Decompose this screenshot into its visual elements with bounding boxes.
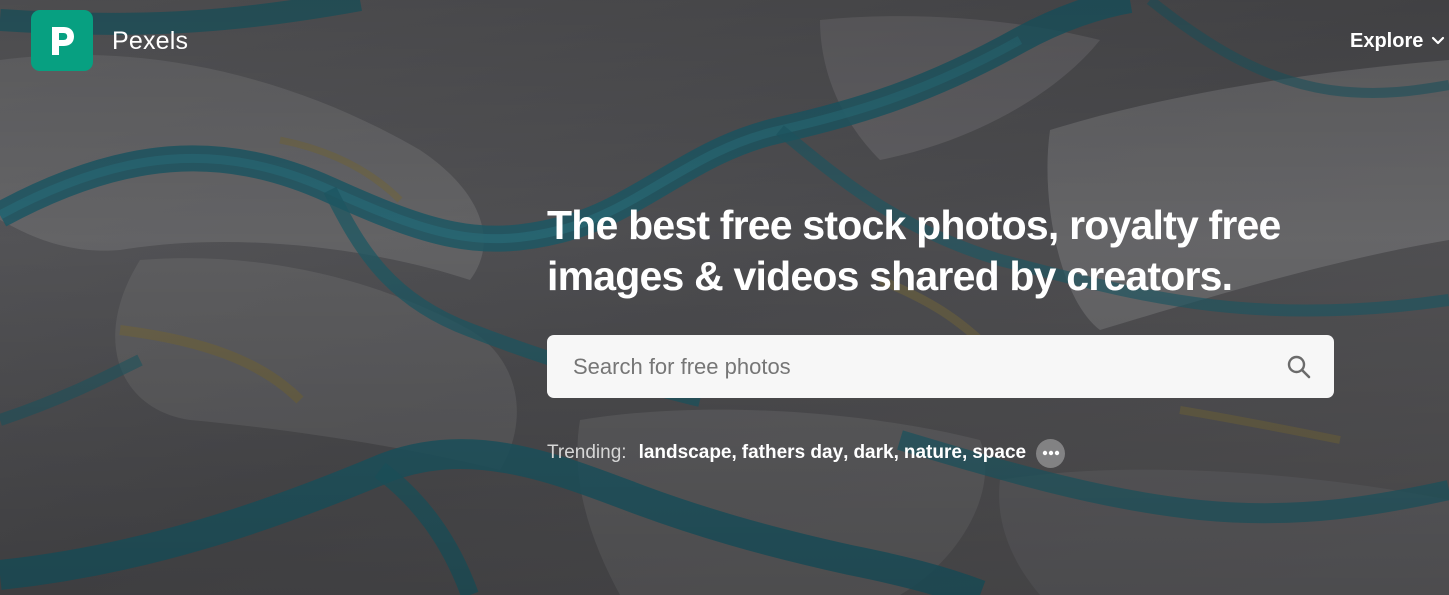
trending-tag-nature[interactable]: nature (904, 442, 962, 464)
trending-tag-landscape[interactable]: landscape (639, 442, 732, 464)
explore-label: Explore (1350, 29, 1424, 52)
brand-name[interactable]: Pexels (112, 25, 188, 57)
trending-tag-dark[interactable]: dark (853, 442, 893, 464)
search-input[interactable] (547, 335, 1267, 398)
logo-glyph (52, 26, 74, 55)
trending-label: Trending: (547, 442, 627, 463)
search-icon[interactable] (1286, 354, 1312, 380)
explore-menu-button[interactable]: Explore (1350, 27, 1445, 55)
trending-tag-space[interactable]: space (972, 442, 1026, 464)
hero-headline: The best free stock photos, royalty free… (547, 202, 1281, 299)
chevron-down-icon (1432, 36, 1445, 45)
trending-searches: Trending: landscape, fathers day, dark, … (547, 438, 1066, 468)
trending-tag-fathers-day[interactable]: fathers day (742, 442, 843, 464)
pexels-logo-icon[interactable] (31, 10, 93, 71)
more-dots-icon (1042, 450, 1059, 456)
more-trending-button[interactable] (1036, 438, 1066, 468)
search-bar[interactable] (547, 335, 1334, 398)
